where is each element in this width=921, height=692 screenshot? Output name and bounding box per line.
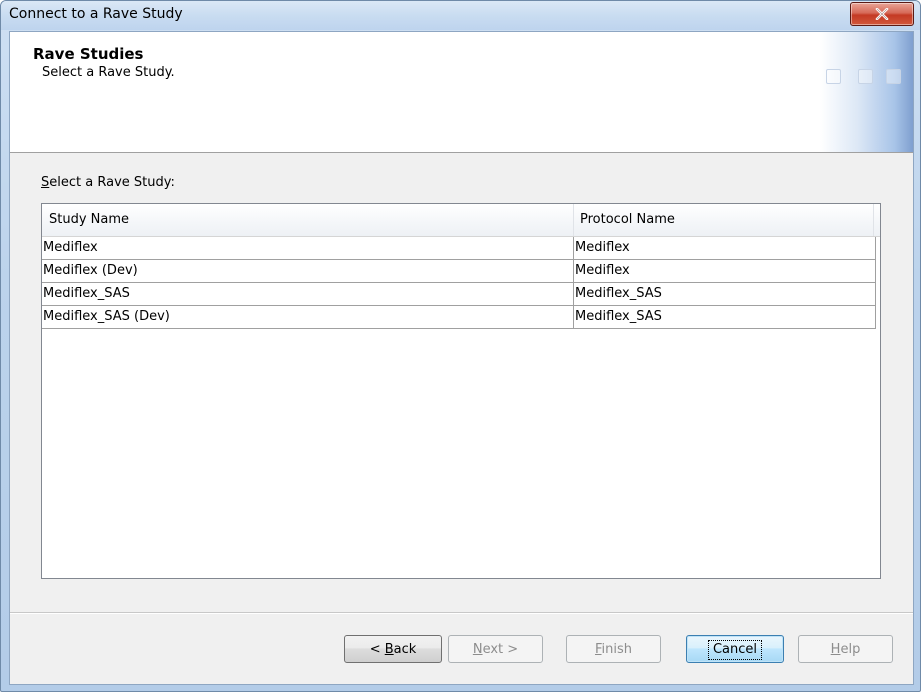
wizard-header: Rave Studies Select a Rave Study. xyxy=(10,32,913,153)
cell-protocol-name: Mediflex xyxy=(575,240,630,255)
study-list-label: Select a Rave Study: xyxy=(41,175,175,190)
dialog-body: Rave Studies Select a Rave Study. Select… xyxy=(9,31,914,685)
cell-divider xyxy=(573,260,574,282)
cell-study-name: Mediflex (Dev) xyxy=(43,263,138,278)
decor-square-icon xyxy=(886,69,901,84)
next-button[interactable]: Next > xyxy=(448,635,543,663)
dialog-window: Connect to a Rave Study Rave Studies Sel… xyxy=(0,0,921,692)
column-divider[interactable] xyxy=(573,204,574,236)
study-list[interactable]: Study Name Protocol Name Mediflex Medifl… xyxy=(41,203,881,579)
window-title: Connect to a Rave Study xyxy=(9,6,183,22)
cell-protocol-name: Mediflex xyxy=(575,263,630,278)
cell-divider xyxy=(573,237,574,259)
cancel-button-label: Cancel xyxy=(707,640,763,660)
cell-protocol-name: Mediflex_SAS xyxy=(575,309,662,324)
decor-square-icon xyxy=(826,69,841,84)
header-banner-graphic xyxy=(820,32,913,152)
table-row[interactable]: Mediflex_SAS (Dev) Mediflex_SAS xyxy=(42,306,876,329)
column-header-study-name[interactable]: Study Name xyxy=(49,212,129,227)
back-button[interactable]: < Back xyxy=(344,635,442,663)
cell-divider xyxy=(573,283,574,305)
cell-divider xyxy=(875,283,876,305)
column-header-protocol-name[interactable]: Protocol Name xyxy=(580,212,675,227)
cell-study-name: Mediflex_SAS (Dev) xyxy=(43,309,170,324)
decor-square-icon xyxy=(858,69,873,84)
close-icon xyxy=(875,8,889,20)
footer-divider xyxy=(10,612,913,613)
help-button[interactable]: Help xyxy=(798,635,893,663)
table-row[interactable]: Mediflex (Dev) Mediflex xyxy=(42,260,876,283)
page-title: Rave Studies xyxy=(33,45,144,63)
finish-button[interactable]: Finish xyxy=(566,635,661,663)
cancel-button[interactable]: Cancel xyxy=(686,635,784,663)
table-row[interactable]: Mediflex_SAS Mediflex_SAS xyxy=(42,283,876,306)
cell-protocol-name: Mediflex_SAS xyxy=(575,286,662,301)
cell-study-name: Mediflex xyxy=(43,240,98,255)
list-header: Study Name Protocol Name xyxy=(42,204,880,237)
cell-study-name: Mediflex_SAS xyxy=(43,286,130,301)
column-divider[interactable] xyxy=(873,204,874,236)
title-bar[interactable]: Connect to a Rave Study xyxy=(1,1,920,30)
close-button[interactable] xyxy=(850,2,914,26)
cell-divider xyxy=(573,306,574,328)
table-row[interactable]: Mediflex Mediflex xyxy=(42,237,876,260)
cell-divider xyxy=(875,260,876,282)
page-subtitle: Select a Rave Study. xyxy=(42,65,175,80)
cell-divider xyxy=(875,237,876,259)
cell-divider xyxy=(875,306,876,328)
